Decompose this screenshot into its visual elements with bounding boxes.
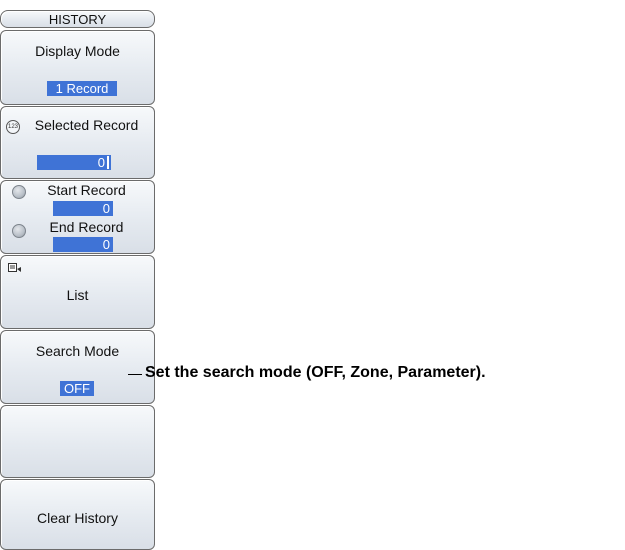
search-mode-label: Search Mode [35,343,120,359]
callout-leader-line [128,374,142,375]
clear-history-label: Clear History [37,510,118,526]
blank-softkey [0,405,155,478]
selected-record-field[interactable]: 0 [37,155,111,170]
search-mode-button[interactable]: Search Mode OFF [0,330,155,404]
start-record-value[interactable]: 0 [53,201,113,216]
history-softkey-menu: HISTORY Display Mode 1 Record 123 Select… [0,0,157,550]
list-label: List [66,287,89,303]
start-record-label: Start Record [47,182,126,198]
end-record-label: End Record [49,219,124,235]
search-mode-callout: Set the search mode (OFF, Zone, Paramete… [145,364,486,381]
menu-header: HISTORY [0,10,155,28]
display-mode-value: 1 Record [47,81,117,96]
menu-header-label: HISTORY [48,12,107,27]
clear-history-button[interactable]: Clear History [0,479,155,550]
jog-knob-icon: 123 [6,120,20,134]
selected-record-value: 0 [97,155,105,170]
list-button[interactable]: List [0,255,155,329]
start-end-record-button[interactable]: Start Record 0 End Record 0 [0,180,155,254]
display-mode-button[interactable]: Display Mode 1 Record [0,30,155,105]
display-mode-label: Display Mode [35,43,120,59]
end-record-value[interactable]: 0 [53,237,113,252]
selected-record-label: Selected Record [34,117,139,133]
selected-record-button[interactable]: 123 Selected Record 0 [0,106,155,179]
search-mode-value: OFF [60,381,94,396]
list-cursor-icon [8,263,21,272]
text-cursor [107,156,109,169]
